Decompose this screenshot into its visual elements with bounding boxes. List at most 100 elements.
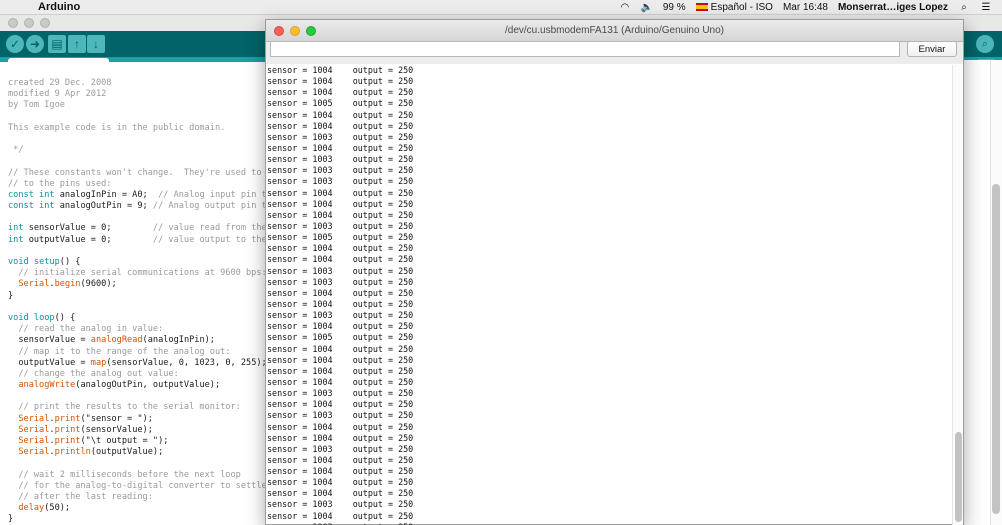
notifications-icon[interactable]: ☰ bbox=[980, 2, 992, 13]
code-token: Serial bbox=[18, 424, 50, 435]
wifi-icon[interactable]: ◠ bbox=[619, 2, 631, 13]
serial-scroll-thumb[interactable] bbox=[955, 432, 962, 522]
minimize-button[interactable] bbox=[24, 18, 34, 28]
code-token: (analogOutPin, outputValue); bbox=[75, 380, 221, 391]
code-token: const int bbox=[8, 201, 55, 212]
serial-output-line: sensor = 1004 output = 250 bbox=[267, 376, 414, 387]
battery-level[interactable]: 99 % bbox=[663, 2, 686, 13]
code-token: (analogInPin); bbox=[142, 335, 215, 346]
clock[interactable]: Mar 16:48 bbox=[783, 2, 828, 13]
serial-output-line: sensor = 1004 output = 250 bbox=[267, 510, 414, 521]
code-token: const int bbox=[8, 189, 55, 200]
input-source[interactable]: Español - ISO bbox=[695, 2, 773, 13]
code-token: (sensorValue); bbox=[80, 424, 153, 435]
menu-bar: Arduino ◠ 🔈 99 % Español - ISO Mar 16:48… bbox=[0, 0, 1002, 15]
editor-scrollbar[interactable] bbox=[962, 60, 1002, 525]
serial-output-line: sensor = 1003 output = 250 bbox=[267, 276, 414, 287]
code-token: Serial bbox=[18, 447, 50, 458]
serial-output-line: sensor = 1004 output = 250 bbox=[267, 287, 414, 298]
new-file-icon: ▤ bbox=[51, 37, 63, 51]
code-token: // Analog input pin that bbox=[158, 189, 283, 200]
serial-output-line: sensor = 1004 output = 250 bbox=[267, 488, 414, 499]
app-menu[interactable]: Arduino bbox=[38, 1, 80, 13]
serial-output-line: sensor = 1005 output = 250 bbox=[267, 98, 414, 109]
serial-window-controls bbox=[274, 26, 316, 36]
code-token: int bbox=[8, 223, 24, 234]
code-token: void bbox=[8, 312, 29, 323]
serial-monitor-button[interactable]: ⌕ bbox=[976, 35, 994, 53]
new-button[interactable]: ▤ bbox=[48, 35, 66, 53]
editor-scroll-thumb[interactable] bbox=[992, 184, 1000, 514]
zoom-button[interactable] bbox=[306, 26, 316, 36]
code-token: analogOutPin = 9; bbox=[54, 201, 153, 212]
code-token: void bbox=[8, 257, 29, 267]
code-token: (9600); bbox=[80, 279, 117, 290]
code-token: analogWrite bbox=[18, 380, 76, 391]
open-button[interactable]: ↑ bbox=[68, 35, 86, 53]
code-token: delay bbox=[18, 503, 45, 514]
volume-icon[interactable]: 🔈 bbox=[641, 2, 653, 13]
close-button[interactable] bbox=[8, 18, 18, 28]
serial-output-line: sensor = 1004 output = 250 bbox=[267, 198, 414, 209]
upload-button[interactable]: ➜ bbox=[26, 35, 44, 53]
code-token: analogInPin = A0; bbox=[54, 189, 159, 200]
serial-output-line: sensor = 1003 output = 250 bbox=[267, 154, 414, 165]
serial-output-line: sensor = 1004 output = 250 bbox=[267, 421, 414, 432]
serial-output-line: sensor = 1003 output = 250 bbox=[267, 176, 414, 187]
serial-send-input[interactable] bbox=[270, 41, 900, 57]
code-token: analogRead bbox=[90, 335, 143, 346]
code-token: modified 9 Apr 2012 bbox=[8, 89, 107, 100]
code-token: // after the last reading: bbox=[8, 491, 153, 502]
code-token: This example code is in the public domai… bbox=[8, 122, 226, 133]
serial-output-line: sensor = 1004 output = 250 bbox=[267, 65, 414, 75]
verify-button[interactable]: ✓ bbox=[6, 35, 24, 53]
code-token: ("\t output = "); bbox=[80, 436, 169, 446]
serial-output-line: sensor = 1003 output = 250 bbox=[267, 388, 414, 399]
save-button[interactable]: ↓ bbox=[87, 35, 105, 53]
code-token: // wait 2 milliseconds before the next l… bbox=[8, 469, 241, 480]
code-token: begin bbox=[54, 279, 81, 290]
serial-output-line: sensor = 1004 output = 250 bbox=[267, 142, 414, 153]
serial-output-line: sensor = 1004 output = 250 bbox=[267, 243, 414, 254]
close-button[interactable] bbox=[274, 26, 284, 36]
serial-output-line: sensor = 1003 output = 250 bbox=[267, 220, 414, 231]
serial-monitor-title: /dev/cu.usbmodemFA131 (Arduino/Genuino U… bbox=[504, 25, 724, 36]
serial-output-line: sensor = 1003 output = 250 bbox=[267, 265, 414, 276]
send-button[interactable]: Enviar bbox=[907, 41, 957, 57]
serial-output-line: sensor = 1004 output = 250 bbox=[267, 109, 414, 120]
code-token: */ bbox=[8, 145, 24, 156]
code-token: sensorValue = 0; bbox=[23, 223, 153, 234]
code-token: Serial bbox=[18, 413, 50, 424]
magnifier-icon: ⌕ bbox=[981, 37, 989, 50]
serial-output-line: sensor = 1003 output = 250 bbox=[267, 443, 414, 454]
serial-output-line: sensor = 1004 output = 250 bbox=[267, 432, 414, 443]
serial-output-line: sensor = 1004 output = 250 bbox=[267, 120, 414, 131]
code-token: by Tom Igoe bbox=[8, 100, 65, 111]
code-token: } bbox=[8, 290, 14, 301]
code-token: Serial bbox=[18, 436, 50, 446]
minimize-button[interactable] bbox=[290, 26, 300, 36]
serial-output-line: sensor = 1005 output = 250 bbox=[267, 232, 414, 243]
arrow-down-icon: ↓ bbox=[93, 37, 99, 51]
code-token: Serial bbox=[18, 279, 50, 290]
code-token: () { bbox=[54, 312, 76, 323]
code-token: println bbox=[54, 447, 91, 458]
code-token: (sensorValue, 0, 1023, 0, 255); bbox=[106, 357, 267, 368]
code-token: int bbox=[8, 234, 24, 245]
flag-icon bbox=[695, 3, 708, 12]
search-icon[interactable]: ⌕ bbox=[958, 2, 970, 13]
serial-monitor-titlebar: /dev/cu.usbmodemFA131 (Arduino/Genuino U… bbox=[266, 20, 963, 42]
user-menu[interactable]: Monserrat…iges Lopez bbox=[838, 2, 948, 13]
zoom-button[interactable] bbox=[40, 18, 50, 28]
serial-output-line: sensor = 1003 output = 250 bbox=[267, 310, 414, 321]
serial-output[interactable]: sensor = 1004 output = 250 sensor = 1004 … bbox=[266, 65, 951, 525]
serial-scrollbar[interactable] bbox=[952, 65, 963, 525]
serial-output-line: sensor = 1003 output = 250 bbox=[267, 165, 414, 176]
serial-output-line: sensor = 1004 output = 250 bbox=[267, 354, 414, 365]
code-token: setup bbox=[33, 257, 60, 267]
check-icon: ✓ bbox=[9, 37, 21, 51]
code-token: // value output to the PW bbox=[152, 234, 283, 245]
